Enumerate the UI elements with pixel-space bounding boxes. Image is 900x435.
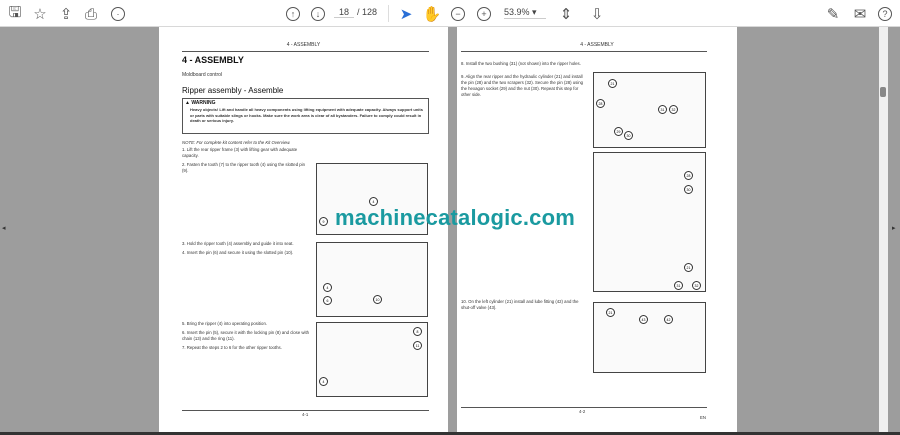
- header-rule: [461, 51, 707, 52]
- vertical-scrollbar[interactable]: [879, 27, 888, 432]
- callout-number: 30: [684, 185, 693, 194]
- step: 1. Lift the rear ripper frame (3) with l…: [182, 147, 298, 158]
- page-header: 4 - ASSEMBLY: [580, 42, 614, 48]
- callout-number: 9: [319, 217, 328, 226]
- callout-number: 28: [596, 99, 605, 108]
- callout-number: 32: [669, 105, 678, 114]
- callout-number: 43: [639, 315, 648, 324]
- scroll-mode-icon[interactable]: ⇩: [587, 4, 607, 24]
- page-total: / 128: [357, 7, 378, 17]
- mail-icon[interactable]: ✉: [850, 4, 870, 24]
- sign-icon[interactable]: ✎: [823, 4, 843, 24]
- figure-ripper-pin: 4 6 10: [316, 242, 428, 317]
- step: 9. Align the rear ripper and the hydraul…: [461, 74, 584, 97]
- callout-number: 42: [664, 315, 673, 324]
- divider: [388, 5, 389, 22]
- expand-right-icon[interactable]: ▸: [892, 224, 896, 232]
- page-up-icon[interactable]: ↑: [283, 4, 303, 24]
- subtitle: Moldboard control: [182, 72, 223, 78]
- page-number: 4-2: [579, 409, 586, 414]
- zoom-search-icon[interactable]: ·: [108, 4, 128, 24]
- callout-number: 32: [692, 281, 701, 290]
- note-text: NOTE: For complete kit content refer to …: [182, 140, 291, 145]
- page-number-input[interactable]: 18: [334, 7, 354, 18]
- zoom-select[interactable]: 53.9% ▾: [504, 7, 546, 19]
- step: 2. Fasten the tooth (7) to the ripper to…: [182, 162, 306, 173]
- account-icon[interactable]: ?: [875, 4, 895, 24]
- figure-cylinder-pin: 21 28 31 32 29 30: [593, 72, 706, 148]
- watermark: machinecatalogic.com: [335, 205, 575, 230]
- page-header: 4 - ASSEMBLY: [286, 42, 321, 48]
- zoom-out-icon[interactable]: −: [448, 4, 468, 24]
- warning-label: WARNING: [191, 100, 216, 106]
- figure-left-cylinder: 21 43 42: [593, 302, 706, 373]
- warning-text: Heavy objects! Lift and handle all heavy…: [190, 107, 423, 123]
- step: 10. On the left cylinder (21) install an…: [461, 299, 579, 310]
- hand-icon[interactable]: ✋: [422, 4, 442, 24]
- figure-ripper-lock: 8 11 4: [316, 322, 428, 397]
- footer-rule: [461, 407, 707, 408]
- step: 6. Insert the pin (5), secure it with th…: [182, 330, 310, 341]
- callout-number: 21: [606, 308, 615, 317]
- zoom-in-icon[interactable]: +: [474, 4, 494, 24]
- step: 7. Repeat the steps 2 to 6 for the other…: [182, 345, 282, 350]
- callout-number: 6: [323, 296, 332, 305]
- zoom-value: 53.9%: [504, 7, 530, 17]
- callout-number: 29: [614, 127, 623, 136]
- callout-number: 4: [323, 283, 332, 292]
- callout-number: 11: [413, 341, 422, 350]
- callout-number: 28: [684, 171, 693, 180]
- chapter-title: 4 - ASSEMBLY: [182, 55, 244, 65]
- callout-number: 31: [658, 105, 667, 114]
- header-rule: [182, 51, 429, 52]
- page-down-icon[interactable]: ↓: [308, 4, 328, 24]
- page-number: 4-1: [302, 412, 309, 417]
- step: 5. Bring the ripper (4) into operating p…: [182, 321, 268, 326]
- fit-page-icon[interactable]: ⇕: [556, 4, 576, 24]
- language-code: EN: [700, 415, 706, 420]
- callout-number: 21: [684, 263, 693, 272]
- callout-number: 30: [624, 131, 633, 140]
- section-title: Ripper assembly - Assemble: [182, 86, 284, 95]
- step: 8. Install the two bushing (31) (not sho…: [461, 61, 581, 66]
- callout-number: 4: [319, 377, 328, 386]
- print-icon[interactable]: ⎙: [81, 4, 101, 24]
- figure-ripper-overview: 28 30 21 31 32: [593, 152, 706, 292]
- collapse-left-icon[interactable]: ◂: [2, 224, 6, 232]
- toolbar: 🖫 ☆ ⇪ ⎙ · ↑ ↓ 18 / 128 ➤ ✋ − + 53.9% ▾ ⇕…: [0, 0, 900, 27]
- footer-rule: [182, 410, 429, 411]
- select-cursor-icon[interactable]: ➤: [396, 4, 416, 24]
- callout-number: 10: [373, 295, 382, 304]
- step: 4. Insert the pin (6) and secure it usin…: [182, 250, 294, 255]
- scrollbar-thumb[interactable]: [880, 87, 886, 97]
- callout-number: 8: [413, 327, 422, 336]
- star-icon[interactable]: ☆: [30, 4, 50, 24]
- callout-number: 21: [608, 79, 617, 88]
- upload-icon[interactable]: ⇪: [56, 4, 76, 24]
- callout-number: 31: [674, 281, 683, 290]
- save-icon[interactable]: 🖫: [5, 4, 25, 24]
- warning-box: ▲ WARNING Heavy objects! Lift and handle…: [182, 98, 429, 134]
- step: 3. Hold the ripper tooth (4) assembly an…: [182, 241, 294, 246]
